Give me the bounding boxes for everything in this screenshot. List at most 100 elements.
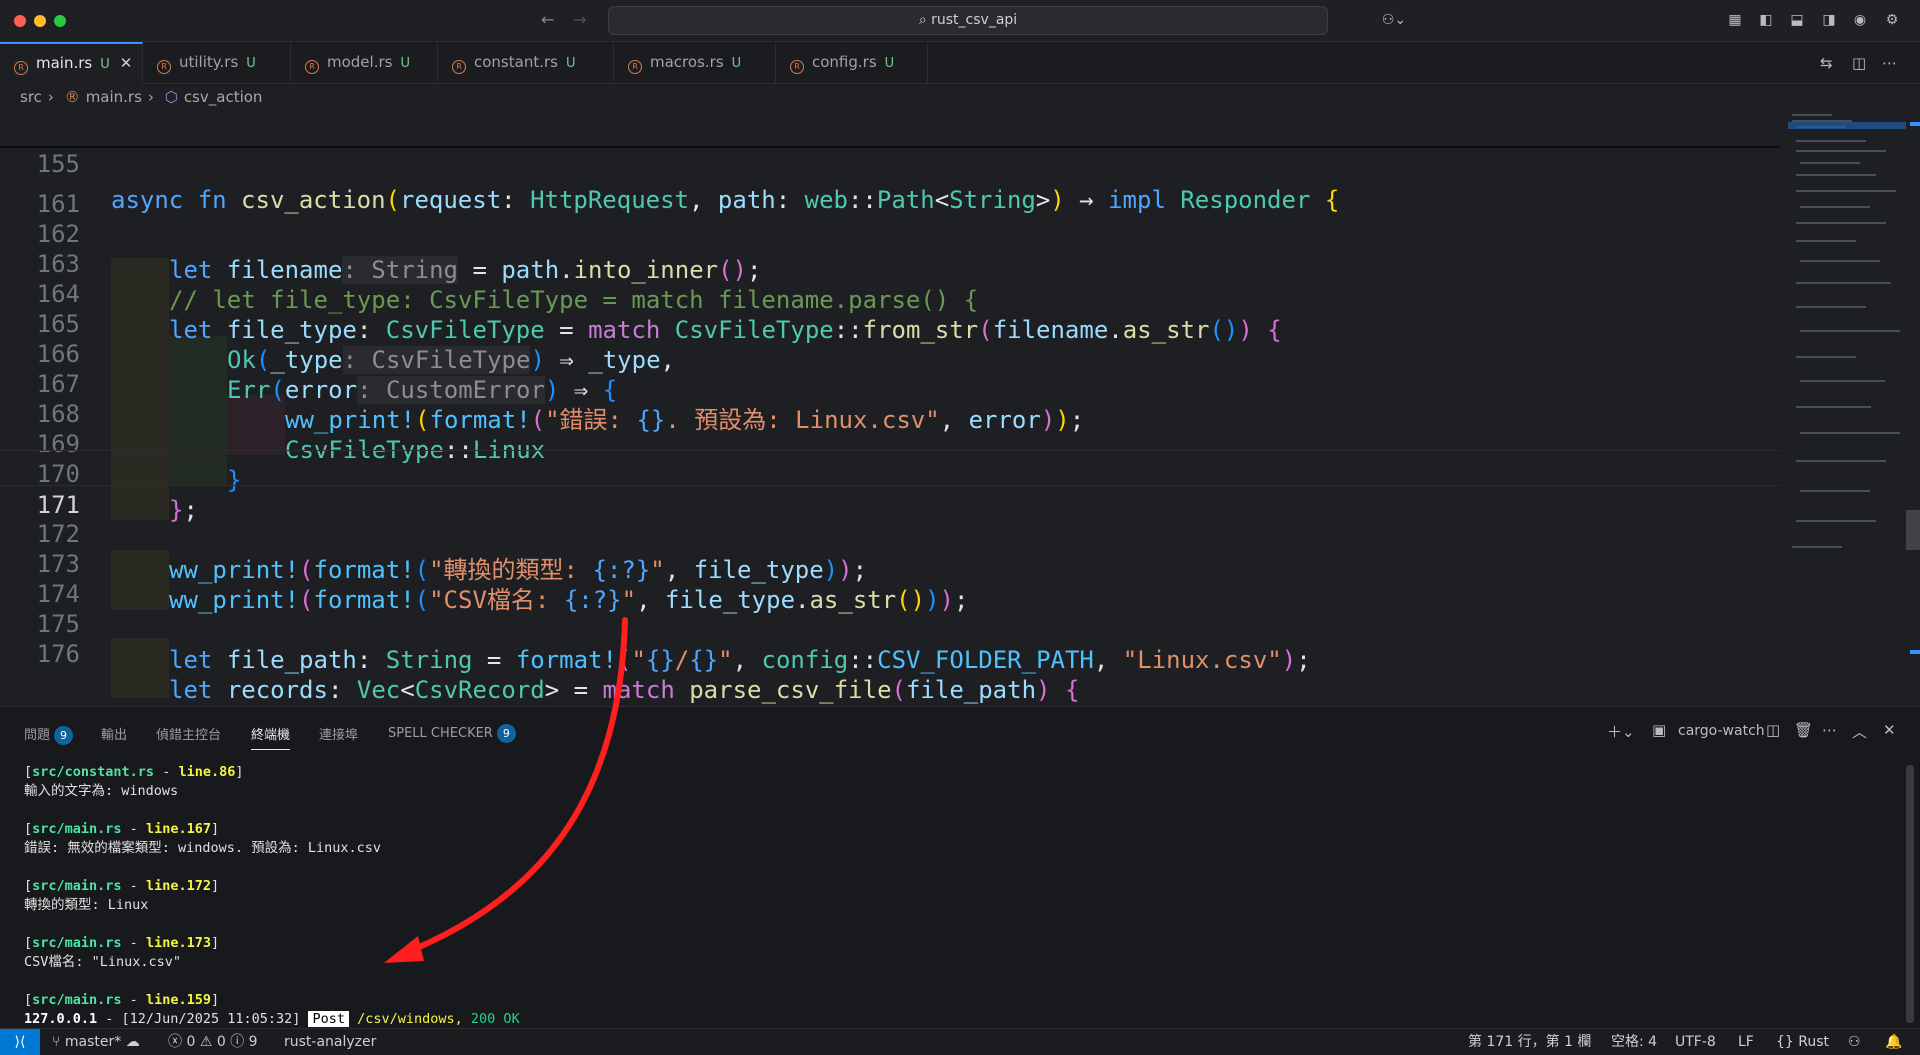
minimap-line [1796,520,1876,522]
minimap-line [1792,546,1842,548]
error-icon: ⓧ [168,1034,187,1050]
tab-output[interactable]: 輸出 [101,724,127,743]
back-arrow-icon[interactable]: ← [541,10,554,29]
command-center-search[interactable]: ⌕ rust_csv_api [608,6,1328,35]
terminal-line: 錯誤: 無效的檔案類型: windows. 預設為: Linux.csv [24,840,382,856]
breadcrumb-symbol[interactable]: csv_action [184,88,263,106]
minimap-line [1796,222,1886,224]
encoding-status[interactable]: UTF-8 [1675,1029,1716,1055]
toggle-secondary-sidebar-icon[interactable]: ◨ [1820,11,1838,29]
rust-analyzer-status[interactable]: rust-analyzer [284,1029,376,1055]
copilot-icon[interactable]: ⚇⌄ [1378,11,1410,29]
compare-changes-icon[interactable]: ⇆ [1820,54,1833,72]
kill-terminal-trash-icon[interactable]: 🗑 [1794,721,1813,739]
warning-icon: ⚠ [199,1034,217,1050]
cursor-position[interactable]: 第 171 行，第 1 欄 [1468,1029,1591,1055]
indent-guide [111,638,169,698]
tab-terminal[interactable]: 終端機 [251,724,291,750]
tab-macros-rs[interactable]: Rmacros.rs U [614,42,776,84]
branch-status[interactable]: ⑂ master* ☁ [52,1029,140,1055]
new-terminal-plus-icon[interactable]: ＋⌄ [1607,721,1635,742]
tab-config-rs[interactable]: Rconfig.rs U [776,42,928,84]
chevron-right-icon: › [47,88,54,106]
branch-name: master* [64,1034,122,1050]
zoom-window-button[interactable] [54,15,66,27]
tab-spell-checker[interactable]: SPELL CHECKER 9 [388,724,516,743]
editor-vertical-scrollbar[interactable] [1906,110,1920,706]
scrollbar-thumb[interactable] [1906,510,1920,550]
close-tab-icon[interactable]: ✕ [120,54,133,72]
rust-file-icon: R [157,60,171,74]
minimap-line [1796,240,1856,242]
minimap-line [1800,162,1860,164]
sticky-scroll-line[interactable]: 155 async fn csv_action(request: HttpReq… [0,110,1780,214]
minimap-line [1800,380,1885,382]
window-title: rust_csv_api [931,12,1018,28]
chevron-right-icon: › [147,88,154,106]
close-panel-icon[interactable]: ✕ [1883,721,1896,739]
terminal-line: [src/main.rs - line.173] [24,935,220,951]
split-editor-icon[interactable]: ◫ [1852,54,1866,72]
maximize-panel-chevron-up-icon[interactable]: ︿ [1852,721,1867,742]
terminal-output[interactable]: [src/constant.rs - line.86] 輸入的文字為: wind… [24,763,1894,1029]
tab-label: model.rs [327,53,393,71]
more-actions-icon[interactable]: ⋯ [1822,721,1837,739]
minimize-window-button[interactable] [34,15,46,27]
editor-tab-bar: Rmain.rs U ✕ Rutility.rs U Rmodel.rs U Rcons… [0,42,1920,84]
breadcrumb-folder[interactable]: src [20,88,42,106]
eol-status[interactable]: LF [1738,1029,1754,1055]
tab-constant-rs[interactable]: Rconstant.rs U [438,42,614,84]
untracked-badge: U [400,56,410,71]
split-terminal-icon[interactable]: ◫ [1766,721,1780,739]
terminal-line: [src/main.rs - line.167] [24,821,220,837]
tab-problems[interactable]: 問題 9 [24,724,74,745]
code-text: let records: Vec<CsvRecord> = match pars… [169,676,1080,704]
terminal-line: 轉換的類型: Linux [24,897,149,913]
toggle-primary-sidebar-icon[interactable]: ◧ [1757,11,1775,29]
remote-window-icon[interactable]: ⟩⟨ [0,1029,40,1055]
rust-file-icon: ® [64,88,80,106]
sync-cloud-icon: ☁ [125,1034,140,1050]
tab-debug-console[interactable]: 偵錯主控台 [156,724,221,743]
language-mode[interactable]: {} Rust [1776,1029,1829,1055]
forward-arrow-icon[interactable]: → [573,10,586,29]
toggle-panel-icon[interactable]: ⬓ [1788,11,1806,29]
account-icon[interactable]: ◉ [1851,11,1869,29]
settings-gear-icon[interactable]: ⚙ [1883,11,1901,29]
problems-status[interactable]: ⓧ 0 ⚠ 0 ⓘ 9 [168,1029,258,1055]
tab-utility-rs[interactable]: Rutility.rs U [143,42,291,84]
untracked-badge: U [100,57,110,72]
minimap-line [1792,114,1832,116]
minimap-line [1796,406,1871,408]
info-icon: ⓘ [230,1034,249,1050]
minimap[interactable] [1788,110,1906,560]
minimap-line [1796,174,1876,176]
line-number: 176 [36,640,80,668]
tab-label: macros.rs [650,53,724,71]
tab-model-rs[interactable]: Rmodel.rs U [291,42,438,84]
tab-ports[interactable]: 連接埠 [319,724,358,743]
untracked-badge: U [731,56,742,71]
rust-file-icon: R [305,60,319,74]
copilot-status-icon[interactable]: ⚇ [1848,1029,1861,1055]
minimap-line [1800,432,1900,434]
tab-label: utility.rs [179,53,239,71]
customize-layout-icon[interactable]: ▦ [1726,11,1744,29]
notifications-bell-icon[interactable]: 🔔 [1885,1029,1902,1055]
minimap-line [1796,282,1891,284]
tab-main-rs[interactable]: Rmain.rs U ✕ [0,42,143,84]
terminal-line: CSV檔名: "Linux.csv" [24,954,182,970]
breadcrumb-file[interactable]: main.rs [86,88,142,106]
code-line[interactable]: 176 let records: Vec<CsvRecord> = match … [0,600,1780,704]
terminal-line: [src/constant.rs - line.86] [24,764,244,780]
terminal-scrollbar[interactable] [1906,765,1914,1023]
code-editor[interactable]: 155 async fn csv_action(request: HttpReq… [0,110,1920,706]
close-window-button[interactable] [14,15,26,27]
terminal-name[interactable]: cargo-watch [1678,723,1765,739]
braces-icon: {} [1776,1034,1799,1050]
status-bar: ⟩⟨ ⑂ master* ☁ ⓧ 0 ⚠ 0 ⓘ 9 rust-analyzer… [0,1028,1920,1055]
breadcrumb: src › ® main.rs › ⬡ csv_action [0,84,1920,110]
more-actions-icon[interactable]: ⋯ [1882,54,1897,72]
indentation-status[interactable]: 空格: 4 [1611,1029,1657,1055]
